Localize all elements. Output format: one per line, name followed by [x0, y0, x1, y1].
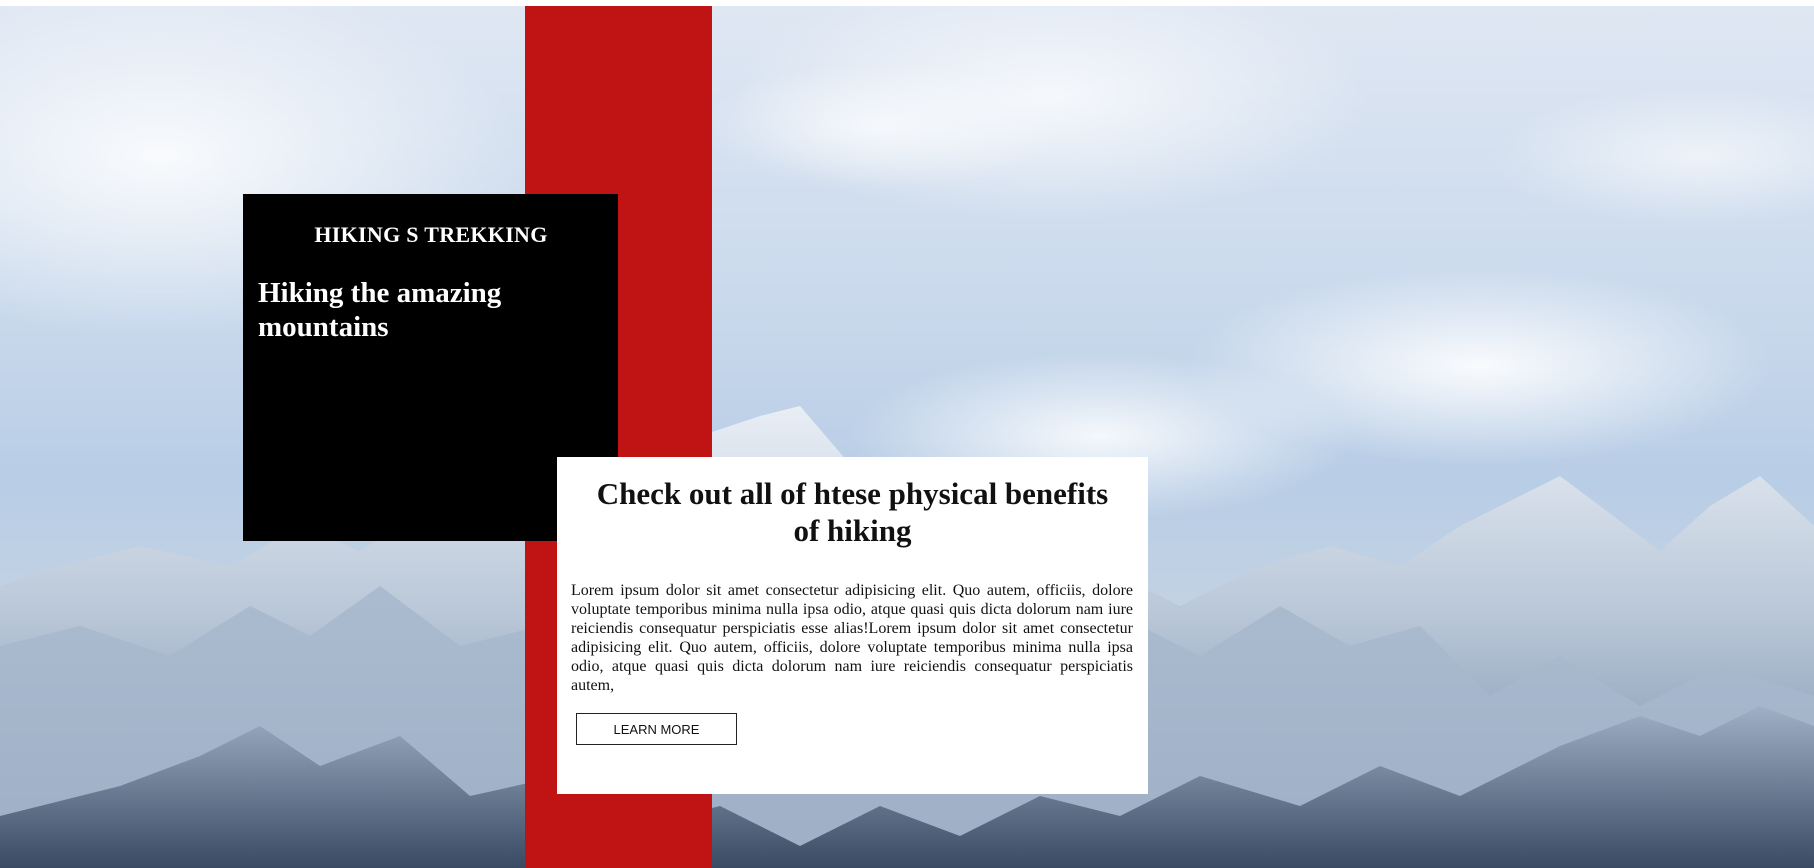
benefits-body: Lorem ipsum dolor sit amet consectetur a…: [571, 582, 1133, 694]
hero-headline: Hiking the amazing mountains: [258, 277, 502, 343]
learn-more-button[interactable]: LEARN MORE: [576, 713, 737, 745]
site-kicker: HIKING S TREKKING: [314, 222, 548, 247]
benefits-title: Check out all of htese physical benefits…: [596, 476, 1109, 548]
benefits-card: Check out all of htese physical benefits…: [557, 457, 1148, 794]
